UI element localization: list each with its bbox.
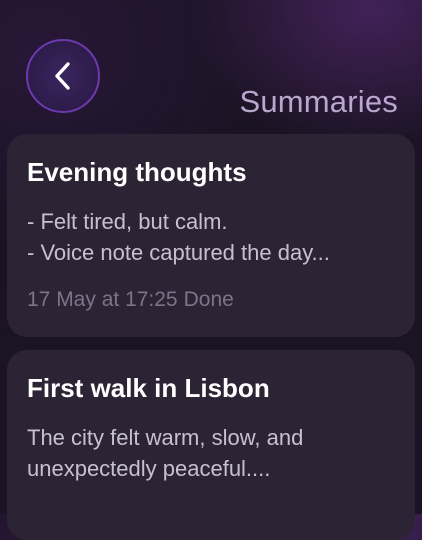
summary-status: Done: [183, 288, 234, 311]
summary-card[interactable]: Evening thoughts - Felt tired, but calm.…: [7, 134, 415, 337]
summary-title: Evening thoughts: [27, 157, 247, 187]
summary-line: - Felt tired, but calm.: [27, 209, 228, 234]
summary-excerpt: The city felt warm, slow, and unexpected…: [27, 422, 395, 484]
back-button[interactable]: [26, 39, 100, 113]
summary-date: 17 May at 17:25: [27, 288, 178, 311]
summary-excerpt: - Felt tired, but calm. - Voice note cap…: [27, 206, 395, 268]
summary-card[interactable]: First walk in Lisbon The city felt warm,…: [7, 350, 415, 540]
summary-meta: 17 May at 17:25 Done: [27, 288, 395, 312]
chevron-left-icon: [53, 61, 73, 91]
summary-title: First walk in Lisbon: [27, 373, 270, 403]
page-title: Summaries: [239, 84, 398, 119]
summary-line: - Voice note captured the day...: [27, 240, 330, 265]
summary-line: unexpectedly peaceful....: [27, 456, 271, 481]
summary-line: The city felt warm, slow, and: [27, 425, 304, 450]
